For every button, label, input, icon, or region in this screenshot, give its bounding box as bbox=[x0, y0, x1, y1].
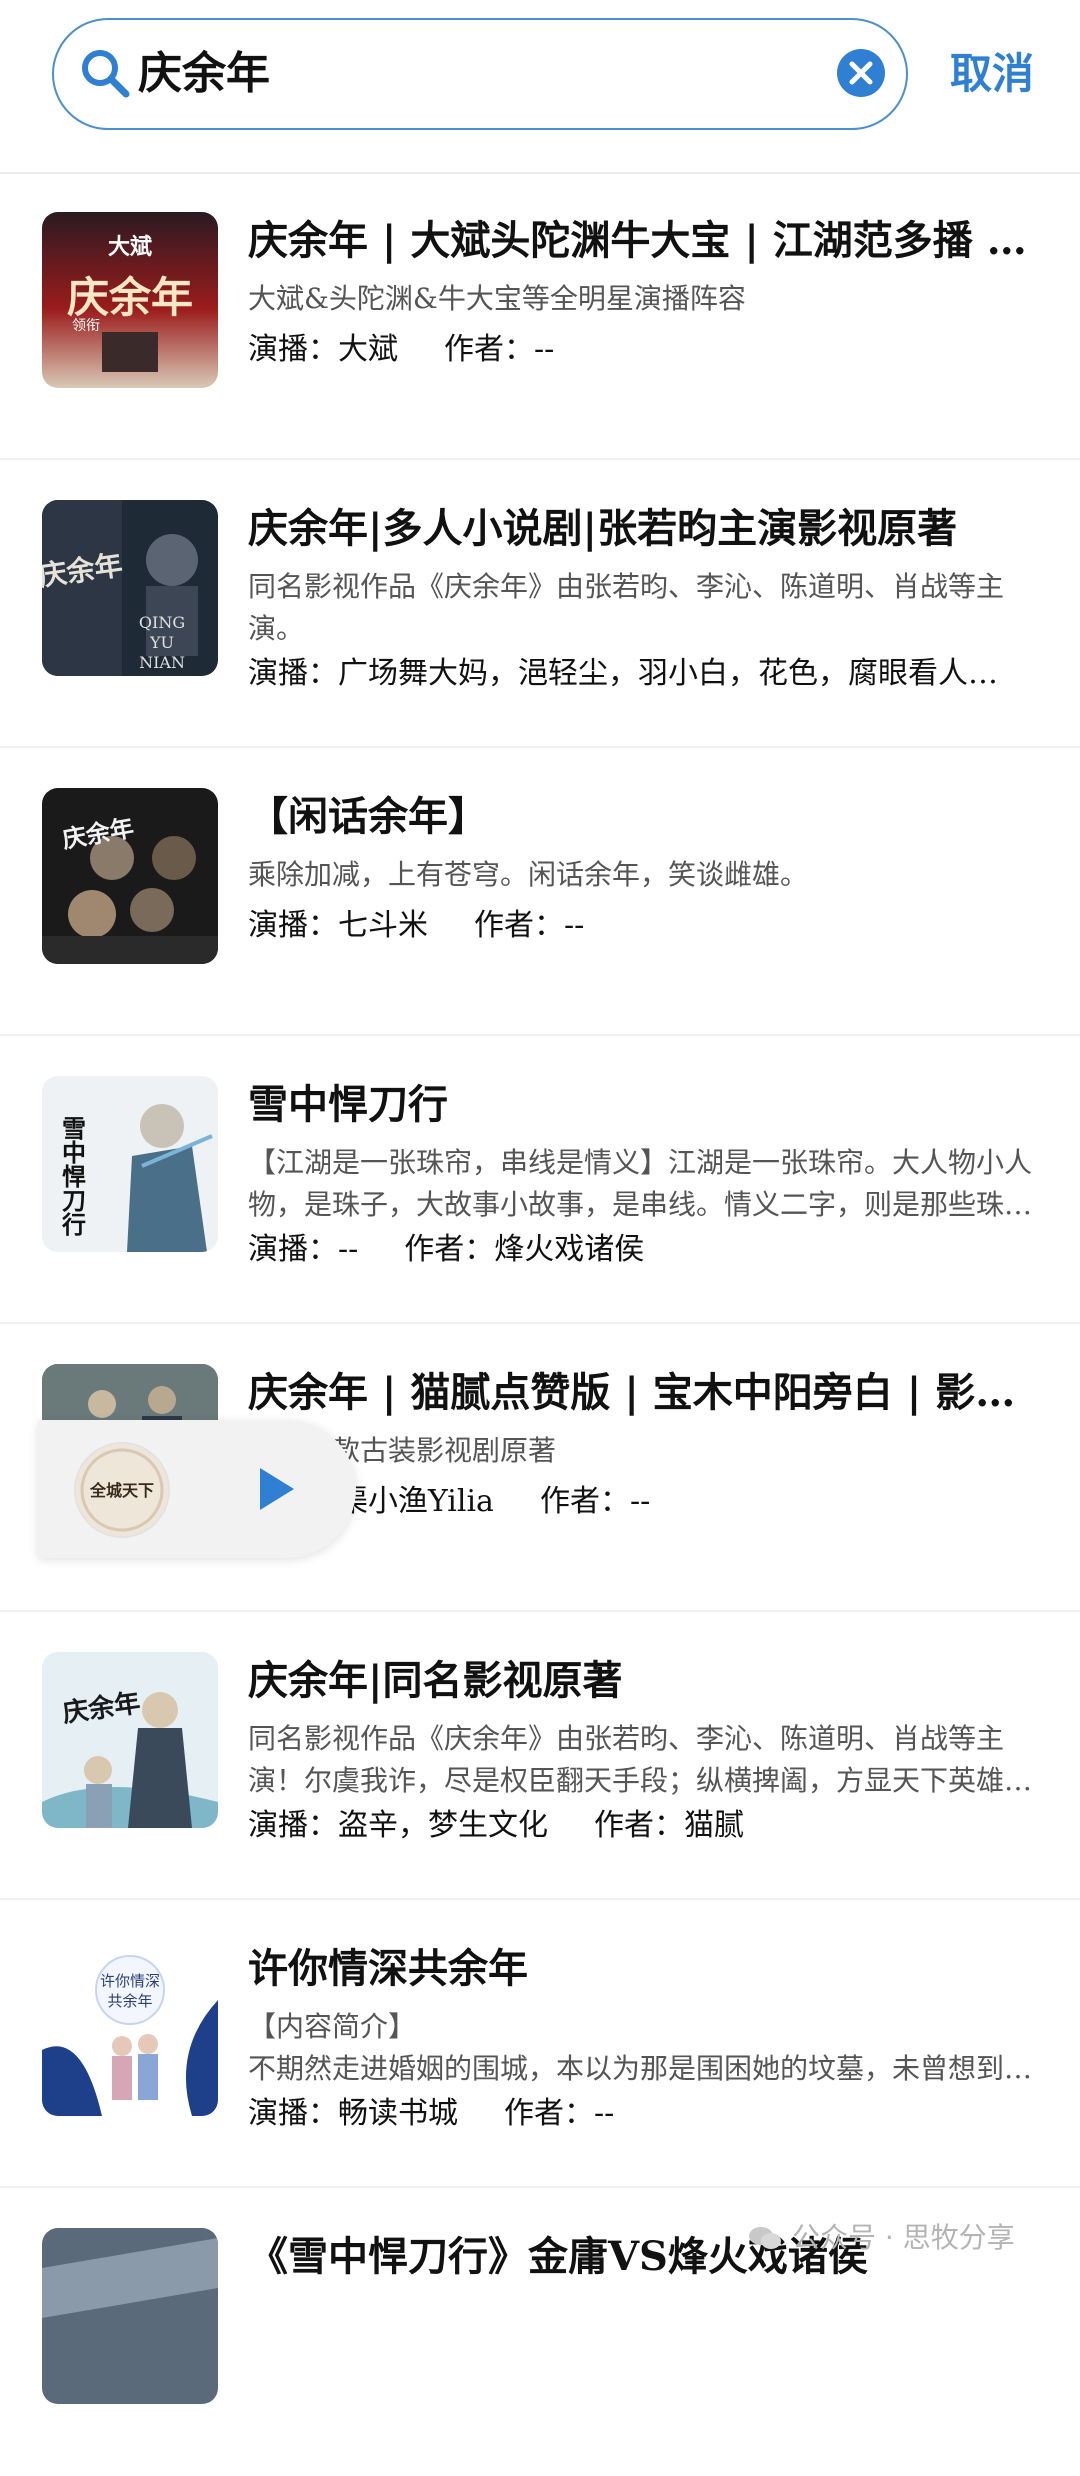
result-meta: 演播：广场舞大妈，浥轻尘，羽小白，花色，腐眼看人… bbox=[248, 652, 1038, 696]
result-desc: 【江湖是一张珠帘，串线是情义】江湖是一张珠帘。大人物小人物，是珠子，大故事小故事… bbox=[248, 1146, 1033, 1221]
result-item[interactable]: 大斌 庆余年 领衔 庆余年 | 大斌头陀渊牛大宝 | 江湖范多播 | 庆余年第一… bbox=[0, 172, 1080, 460]
result-meta: 演播：盗辛，梦生文化 作者：猫腻 bbox=[248, 1804, 1038, 1848]
now-playing-disc[interactable]: 全城天下 bbox=[74, 1442, 170, 1538]
album-cover[interactable]: 庆余年 QING YU NIAN bbox=[42, 500, 218, 676]
result-item[interactable]: 庆余年 【闲话余年】 乘除加减，上有苍穹。闲话余年，笑谈雌雄。 演播：七斗米 作者… bbox=[0, 748, 1080, 1036]
search-header: 庆余年 取消 bbox=[0, 0, 1080, 174]
result-meta: 演播：-- 作者：烽火戏诸侯 bbox=[248, 1228, 1038, 1272]
watermark-text: 公众号 · 思牧分享 bbox=[792, 2221, 1015, 2254]
author-label: 作者：-- bbox=[474, 908, 585, 943]
cast-label: 演播：大斌 bbox=[248, 332, 398, 367]
mini-player[interactable]: 全城天下 bbox=[38, 1420, 356, 1558]
cast-label: 演播：盗辛，梦生文化 bbox=[248, 1808, 548, 1843]
result-meta: 演播：大斌 作者：-- bbox=[248, 328, 1038, 372]
result-desc: 主演爆款古装影视剧原著 bbox=[248, 1434, 557, 1467]
cast-label: 演播：广场舞大妈，浥轻尘，羽小白，花色，腐眼看人… bbox=[248, 656, 998, 691]
result-item[interactable]: 庆余年 庆余年|同名影视原著 同名影视作品《庆余年》由张若昀、李沁、陈道明、肖战… bbox=[0, 1612, 1080, 1900]
result-title[interactable]: 雪中悍刀行 bbox=[248, 1076, 1038, 1134]
cover-tag: 领衔 bbox=[72, 318, 100, 334]
album-cover[interactable]: 庆余年 bbox=[42, 1652, 218, 1828]
cover-line-1: 许你情深 bbox=[100, 1972, 160, 1990]
search-input[interactable]: 庆余年 bbox=[52, 18, 908, 130]
cover-en-2: YU bbox=[149, 633, 174, 652]
wechat-icon bbox=[749, 2227, 781, 2249]
result-desc: 同名影视作品《庆余年》由张若昀、李沁、陈道明、肖战等主演！尔虞我诈，尽是权臣翻天… bbox=[248, 1722, 1033, 1797]
result-title[interactable]: 庆余年 | 大斌头陀渊牛大宝 | 江湖范多播 | 庆余年第一季 bbox=[248, 212, 1038, 270]
result-desc: 乘除加减，上有苍穹。闲话余年，笑谈雌雄。 bbox=[248, 858, 809, 891]
result-title[interactable]: 庆余年 | 猫腻点赞版 | 宝木中阳旁白 | 影视原著 bbox=[248, 1364, 1038, 1422]
cover-line-2: 共余年 bbox=[107, 1992, 152, 2010]
author-label: 作者：-- bbox=[539, 1484, 651, 1519]
cover-en-3: NIAN bbox=[139, 653, 185, 672]
album-cover[interactable]: 许你情深 共余年 bbox=[42, 1940, 218, 2116]
author-label: 作者：猫腻 bbox=[594, 1808, 744, 1843]
author-label: 作者：-- bbox=[504, 2096, 615, 2131]
result-desc: 【内容简介】 不期然走进婚姻的围城，本以为那是围困她的坟墓，未曾想到却是… bbox=[248, 2010, 1033, 2085]
album-cover[interactable] bbox=[42, 2228, 218, 2404]
result-meta: 演播：渠小渔Yilia 作者：-- bbox=[248, 1480, 1038, 1524]
cover-title: 雪中悍刀行 bbox=[58, 1116, 87, 1237]
cast-label: 演播：七斗米 bbox=[248, 908, 428, 943]
result-desc: 同名影视作品《庆余年》由张若昀、李沁、陈道明、肖战等主演。 bbox=[248, 570, 1005, 645]
result-desc: 大斌&头陀渊&牛大宝等全明星演播阵容 bbox=[248, 282, 746, 315]
cover-en-1: QING bbox=[139, 613, 185, 632]
cover-title: 庆余年 bbox=[67, 273, 193, 322]
author-label: 作者：烽火戏诸侯 bbox=[404, 1232, 645, 1267]
result-title[interactable]: 【闲话余年】 bbox=[248, 788, 1038, 846]
album-cover[interactable]: 雪中悍刀行 bbox=[42, 1076, 218, 1252]
cover-small-title: 大斌 bbox=[108, 234, 152, 260]
result-item[interactable]: 许你情深 共余年 许你情深共余年 【内容简介】 不期然走进婚姻的围城，本以为那是… bbox=[0, 1900, 1080, 2188]
album-cover[interactable]: 大斌 庆余年 领衔 bbox=[42, 212, 218, 388]
search-icon bbox=[82, 50, 130, 98]
search-query[interactable]: 庆余年 bbox=[138, 46, 270, 102]
cancel-button[interactable]: 取消 bbox=[950, 44, 1034, 104]
result-title[interactable]: 庆余年|多人小说剧|张若昀主演影视原著 bbox=[248, 500, 1038, 558]
cast-label: 演播：畅读书城 bbox=[248, 2096, 458, 2131]
result-title[interactable]: 庆余年|同名影视原著 bbox=[248, 1652, 1038, 1710]
result-title[interactable]: 许你情深共余年 bbox=[248, 1940, 1038, 1998]
author-label: 作者：-- bbox=[444, 332, 555, 367]
result-meta: 演播：七斗米 作者：-- bbox=[248, 904, 1038, 948]
watermark: 公众号 · 思牧分享 bbox=[748, 2218, 1015, 2258]
result-item[interactable]: 雪中悍刀行 雪中悍刀行 【江湖是一张珠帘，串线是情义】江湖是一张珠帘。大人物小人… bbox=[0, 1036, 1080, 1324]
disc-text: 全城天下 bbox=[89, 1481, 154, 1500]
result-item[interactable]: 庆余年 QING YU NIAN 庆余年|多人小说剧|张若昀主演影视原著 同名影… bbox=[0, 460, 1080, 748]
album-cover[interactable]: 庆余年 bbox=[42, 788, 218, 964]
play-icon[interactable] bbox=[250, 1464, 300, 1514]
clear-icon[interactable] bbox=[832, 44, 890, 102]
cast-label: 演播：-- bbox=[248, 1232, 359, 1267]
result-meta: 演播：畅读书城 作者：-- bbox=[248, 2092, 1038, 2136]
